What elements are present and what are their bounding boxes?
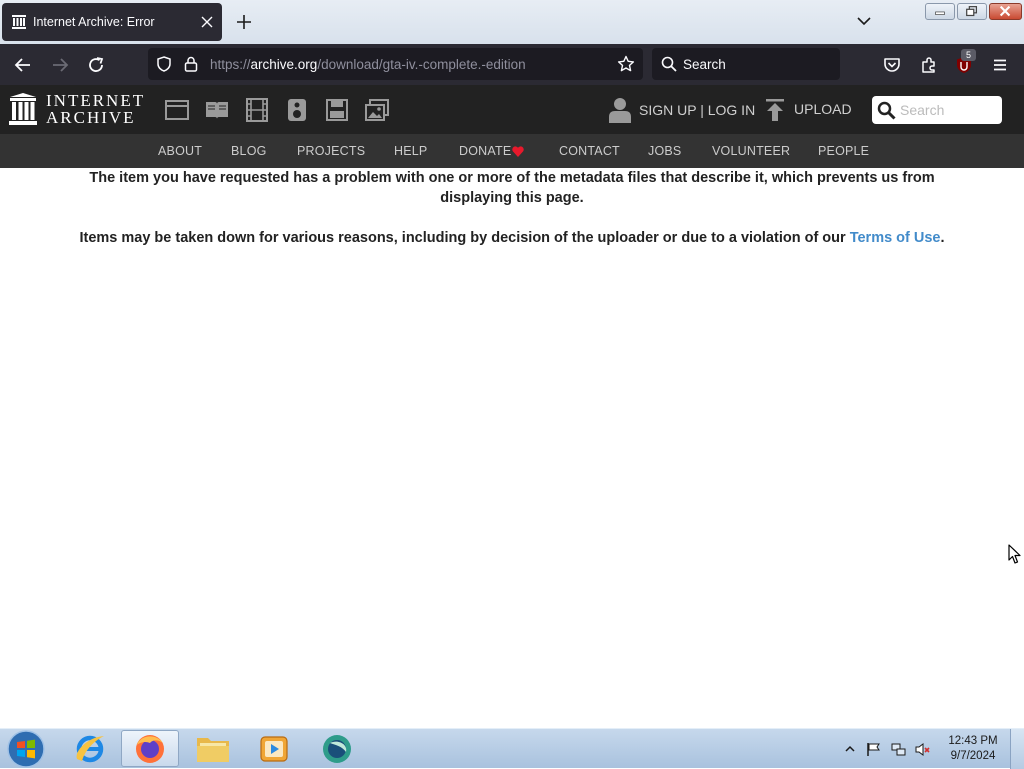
url-bar[interactable]: https://archive.org/download/gta-iv.-com… — [148, 48, 643, 80]
nav-help[interactable]: HELP — [394, 144, 427, 158]
start-button-icon[interactable] — [6, 730, 46, 768]
list-all-tabs-icon[interactable] — [857, 16, 871, 26]
show-hidden-icons-icon[interactable] — [844, 744, 856, 754]
volume-muted-icon[interactable] — [915, 742, 930, 757]
url-host: archive.org — [250, 57, 318, 72]
reload-icon[interactable] — [87, 56, 105, 74]
extension-badge: 5 — [961, 49, 976, 61]
logo-line-2: ARCHIVE — [46, 108, 136, 127]
archive-favicon-icon — [12, 15, 26, 29]
app-icon — [323, 735, 351, 763]
clock-date: 9/7/2024 — [950, 750, 996, 762]
ia-search-box[interactable] — [872, 96, 1002, 124]
forward-icon[interactable] — [51, 56, 69, 74]
media-player-icon — [260, 736, 288, 762]
nav-about[interactable]: ABOUT — [158, 144, 202, 158]
upload-icon[interactable] — [765, 99, 785, 121]
taskbar-app[interactable] — [308, 730, 366, 767]
window-minimize-button[interactable] — [925, 3, 955, 20]
browser-toolbar: https://archive.org/download/gta-iv.-com… — [0, 44, 1024, 85]
web-icon[interactable] — [165, 98, 189, 122]
ia-top-bar: INTERNET ARCHIVE SIGN UP | LOG IN UPLOAD… — [0, 85, 1024, 134]
window-close-button[interactable] — [989, 3, 1022, 20]
folder-icon — [197, 738, 229, 762]
error-message: The item you have requested has a proble… — [89, 170, 935, 206]
nav-blog[interactable]: BLOG — [231, 144, 267, 158]
internet-archive-logo-icon[interactable] — [9, 93, 37, 125]
nav-donate[interactable]: DONATE — [459, 144, 511, 158]
video-icon[interactable] — [245, 98, 269, 122]
new-tab-icon[interactable] — [236, 14, 252, 30]
bookmark-star-icon[interactable] — [617, 55, 635, 73]
nav-volunteer[interactable]: VOLUNTEER — [712, 144, 790, 158]
url-text: https://archive.org/download/gta-iv.-com… — [210, 57, 526, 72]
search-bar-label: Search — [683, 57, 726, 72]
taskbar: 12:43 PM 9/7/2024 — [0, 728, 1024, 769]
window-restore-button[interactable] — [957, 3, 987, 20]
menu-icon[interactable] — [991, 56, 1009, 74]
browser-search-bar[interactable]: Search — [652, 48, 840, 80]
taskbar-clock[interactable]: 12:43 PM 9/7/2024 — [944, 734, 1002, 764]
takedown-period: . — [940, 230, 945, 246]
takedown-text: Items may be taken down for various reas… — [79, 230, 850, 246]
taskbar-internet-explorer[interactable] — [61, 730, 119, 767]
browser-tab-strip: Internet Archive: Error — [0, 0, 1024, 44]
search-icon — [661, 56, 677, 72]
nav-contact[interactable]: CONTACT — [559, 144, 620, 158]
action-center-flag-icon[interactable] — [866, 742, 881, 757]
url-path: /download/gta-iv.-complete.-edition — [317, 57, 526, 72]
url-scheme: https:// — [210, 57, 251, 72]
internet-archive-logo-text[interactable]: INTERNET ARCHIVE — [46, 92, 145, 126]
taskbar-firefox[interactable] — [121, 730, 179, 767]
nav-projects[interactable]: PROJECTS — [297, 144, 365, 158]
page-content: The item you have requested has a proble… — [0, 168, 1024, 728]
show-desktop-button[interactable] — [1010, 729, 1024, 769]
ia-nav-bar: ABOUT BLOG PROJECTS HELP DONATE CONTACT … — [0, 134, 1024, 168]
nav-people[interactable]: PEOPLE — [818, 144, 869, 158]
tab-title: Internet Archive: Error — [33, 15, 155, 29]
back-icon[interactable] — [14, 56, 32, 74]
ia-search-input[interactable] — [900, 100, 996, 120]
texts-icon[interactable] — [205, 98, 229, 122]
internet-explorer-icon — [76, 735, 104, 763]
lock-icon[interactable] — [184, 56, 198, 72]
clock-time: 12:43 PM — [948, 735, 998, 747]
tracking-shield-icon[interactable] — [156, 56, 172, 72]
user-icon[interactable] — [609, 97, 631, 123]
takedown-message: Items may be taken down for various reas… — [60, 228, 964, 248]
logo-line-1: INTERNET — [46, 91, 146, 110]
upload-link[interactable]: UPLOAD — [794, 101, 852, 117]
pocket-icon[interactable] — [883, 56, 901, 74]
firefox-icon — [136, 735, 164, 763]
heart-icon — [512, 146, 524, 157]
images-icon[interactable] — [365, 98, 389, 122]
taskbar-media-player[interactable] — [245, 730, 303, 767]
network-icon[interactable] — [891, 742, 906, 757]
nav-jobs[interactable]: JOBS — [648, 144, 681, 158]
terms-of-use-link[interactable]: Terms of Use — [850, 230, 941, 246]
mouse-cursor-icon — [1008, 544, 1021, 564]
browser-tab[interactable]: Internet Archive: Error — [2, 3, 222, 41]
search-icon — [877, 101, 896, 120]
audio-icon[interactable] — [285, 98, 309, 122]
taskbar-file-explorer[interactable] — [184, 730, 242, 767]
software-icon[interactable] — [325, 98, 349, 122]
signup-login-link[interactable]: SIGN UP | LOG IN — [639, 102, 755, 118]
close-tab-icon[interactable] — [201, 16, 213, 28]
extensions-icon[interactable] — [920, 56, 938, 74]
